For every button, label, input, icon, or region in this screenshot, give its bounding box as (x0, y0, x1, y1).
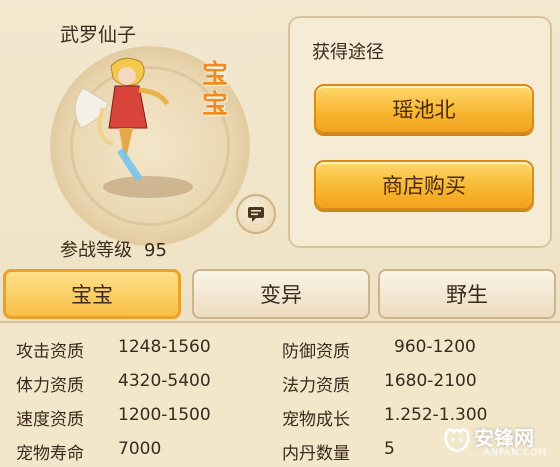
stat-mana-label: 法力资质 (282, 376, 350, 396)
baby-badge: 宝宝 (201, 60, 228, 120)
anfan-logo-icon (444, 428, 470, 453)
tab-baby[interactable]: 宝宝 (3, 269, 181, 319)
pet-name: 武罗仙子 (60, 24, 137, 46)
stat-speed-label: 速度资质 (16, 410, 84, 430)
shop-buy-button[interactable]: 商店购买 (314, 160, 534, 210)
stat-defense-label: 防御资质 (282, 342, 350, 362)
chat-button[interactable] (236, 194, 276, 234)
stat-inner-core-value: 5 (384, 439, 395, 459)
stat-mana-value: 1680-2100 (384, 371, 477, 391)
stat-lifespan-label: 宠物寿命 (16, 444, 84, 464)
chat-bubble-icon (248, 207, 264, 222)
stat-inner-core-label: 内丹数量 (282, 444, 350, 464)
acquisition-title: 获得途径 (312, 42, 384, 63)
battle-level-label: 参战等级 (60, 240, 132, 261)
stat-speed-value: 1200-1500 (118, 405, 211, 425)
stat-growth-label: 宠物成长 (282, 410, 350, 430)
pet-info-window: 武罗仙子 宝宝 参战等级 95 获得途径 瑶池北 商店购买 宝宝 变异 野生 攻… (0, 0, 560, 467)
stat-lifespan-value: 7000 (118, 439, 162, 459)
site-watermark: 安锋网 ANFAN.COM (438, 420, 558, 464)
watermark-text: 安锋网 (474, 426, 534, 450)
yaochi-north-button[interactable]: 瑶池北 (314, 84, 534, 134)
battle-level: 参战等级 95 (60, 236, 167, 262)
tab-mutant[interactable]: 变异 (192, 269, 370, 319)
tab-wild[interactable]: 野生 (378, 269, 556, 319)
watermark-url: ANFAN.COM (484, 448, 548, 458)
stat-stamina-label: 体力资质 (16, 376, 84, 396)
stat-attack-value: 1248-1560 (118, 337, 211, 357)
stat-attack-label: 攻击资质 (16, 342, 84, 362)
stat-defense-value: 960-1200 (394, 337, 476, 357)
acquisition-panel: 获得途径 瑶池北 商店购买 (288, 16, 552, 248)
pet-figure-illustration (74, 57, 170, 180)
battle-level-value: 95 (144, 240, 167, 261)
stat-stamina-value: 4320-5400 (118, 371, 211, 391)
pet-portrait-area: 武罗仙子 宝宝 参战等级 95 (8, 8, 278, 263)
